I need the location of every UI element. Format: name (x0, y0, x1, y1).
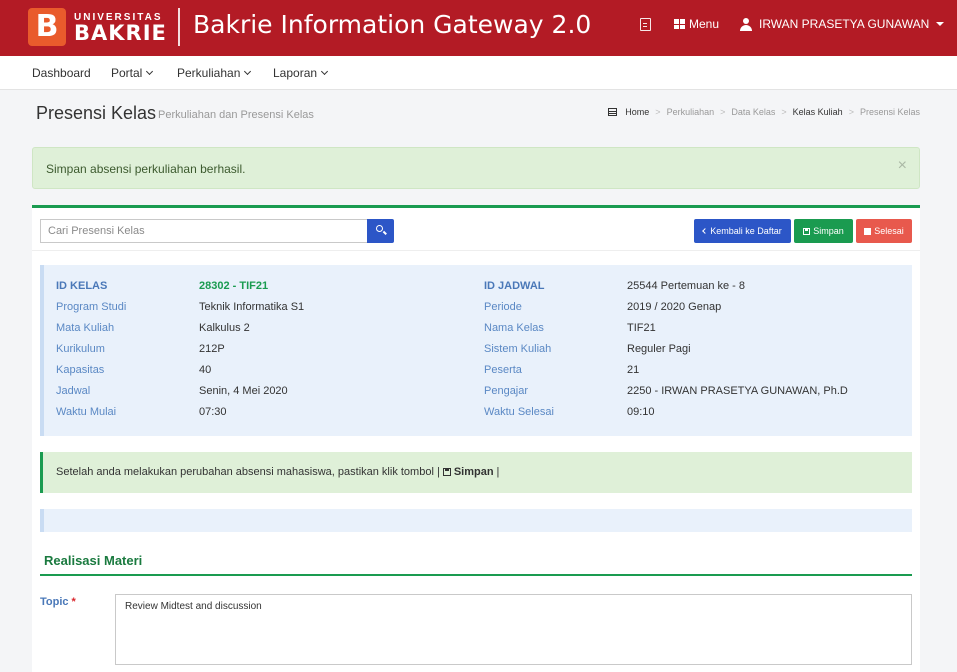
breadcrumb-separator: > (655, 107, 661, 117)
value-waktu-mulai: 07:30 (199, 406, 227, 418)
toolbar-divider (32, 250, 920, 251)
success-alert: Simpan absensi perkuliahan berhasil. × (32, 147, 920, 189)
label-sistem-kuliah: Sistem Kuliah (484, 343, 552, 355)
breadcrumb-data-kelas[interactable]: Data Kelas (731, 107, 775, 117)
nav-laporan[interactable]: Laporan (273, 66, 329, 80)
value-periode: 2019 / 2020 Genap (627, 301, 722, 313)
title-separator (178, 8, 180, 46)
label-pengajar: Pengajar (484, 385, 529, 397)
close-icon[interactable]: × (898, 157, 907, 175)
chevron-down-icon (321, 67, 329, 76)
menu-label: Menu (689, 17, 720, 31)
breadcrumb-separator: > (848, 107, 854, 117)
required-mark: * (71, 596, 76, 608)
page-subtitle: Perkuliahan dan Presensi Kelas (158, 109, 314, 121)
breadcrumb: Home > Perkuliahan > Data Kelas > Kelas … (608, 107, 920, 117)
class-info-panel: ID KELAS 28302 - TIF21 Program Studi Tek… (40, 265, 912, 436)
label-kurikulum: Kurikulum (56, 343, 105, 355)
topic-textarea[interactable]: Review Midtest and discussion (115, 594, 912, 665)
notice-text: Setelah anda melakukan perubahan absensi… (56, 466, 500, 478)
label-waktu-mulai: Waktu Mulai (56, 406, 117, 418)
nav-portal[interactable]: Portal (111, 66, 154, 80)
value-kapasitas: 40 (199, 364, 212, 376)
section-divider (40, 574, 912, 576)
breadcrumb-kelas-kuliah[interactable]: Kelas Kuliah (793, 107, 843, 117)
label-id-kelas: ID KELAS (56, 280, 108, 292)
main-nav: Dashboard Portal Perkuliahan Laporan (0, 56, 957, 90)
user-name: IRWAN PRASETYA GUNAWAN (759, 17, 930, 31)
topic-label: Topic * (40, 596, 76, 608)
search-input[interactable] (40, 219, 368, 243)
value-program-studi: Teknik Informatika S1 (199, 301, 305, 313)
floppy-icon (803, 227, 811, 235)
search-button[interactable] (367, 219, 394, 243)
finish-button[interactable]: Selesai (856, 219, 912, 243)
breadcrumb-separator: > (720, 107, 726, 117)
save-reminder-notice: Setelah anda melakukan perubahan absensi… (40, 452, 912, 493)
user-icon (740, 17, 752, 31)
app-title: Bakrie Information Gateway 2.0 (193, 10, 592, 39)
menu-button[interactable]: Menu (674, 17, 719, 31)
grid-icon (674, 19, 685, 29)
value-id-jadwal: 25544 Pertemuan ke - 8 (627, 280, 746, 292)
nav-perkuliahan[interactable]: Perkuliahan (177, 66, 252, 80)
value-mata-kuliah: Kalkulus 2 (199, 322, 250, 334)
value-jadwal: Senin, 4 Mei 2020 (199, 385, 288, 397)
nav-dashboard[interactable]: Dashboard (32, 66, 91, 80)
logo-bakrie-text: BAKRIE (74, 21, 167, 45)
label-periode: Periode (484, 301, 522, 313)
alert-message: Simpan absensi perkuliahan berhasil. (46, 162, 246, 176)
caret-down-icon (936, 22, 945, 26)
section-title-realisasi-materi: Realisasi Materi (44, 553, 143, 568)
floppy-icon (442, 468, 451, 476)
back-to-list-button[interactable]: Kembali ke Daftar (694, 219, 791, 243)
value-nama-kelas: TIF21 (627, 322, 656, 334)
presensi-box: Kembali ke Daftar Simpan Selesai ID KELA… (32, 205, 920, 672)
value-pengajar: 2250 - IRWAN PRASETYA GUNAWAN, Ph.D (627, 385, 848, 397)
label-waktu-selesai: Waktu Selesai (484, 406, 554, 418)
stop-icon (864, 227, 872, 235)
label-nama-kelas: Nama Kelas (484, 322, 544, 334)
label-program-studi: Program Studi (56, 301, 127, 313)
chevron-down-icon (244, 67, 252, 76)
value-waktu-selesai: 09:10 (627, 406, 655, 418)
search-icon (376, 225, 383, 232)
document-icon[interactable] (640, 18, 651, 31)
breadcrumb-separator: > (781, 107, 787, 117)
notice-save-ref: Simpan (453, 466, 494, 478)
value-id-kelas: 28302 - TIF21 (199, 280, 269, 292)
label-kapasitas: Kapasitas (56, 364, 105, 376)
chevron-left-icon (702, 228, 709, 234)
save-button[interactable]: Simpan (794, 219, 853, 243)
label-jadwal: Jadwal (56, 385, 91, 397)
user-menu[interactable]: IRWAN PRASETYA GUNAWAN (740, 17, 945, 31)
breadcrumb-home[interactable]: Home (625, 107, 649, 117)
university-logo[interactable]: B (28, 8, 66, 46)
chevron-down-icon (146, 67, 154, 76)
empty-info-bar (40, 509, 912, 532)
breadcrumb-perkuliahan[interactable]: Perkuliahan (667, 107, 715, 117)
breadcrumb-presensi-kelas: Presensi Kelas (859, 107, 920, 117)
value-peserta: 21 (627, 364, 640, 376)
value-sistem-kuliah: Reguler Pagi (627, 343, 691, 355)
table-icon (608, 108, 618, 116)
page-title: Presensi Kelas (36, 103, 157, 123)
label-peserta: Peserta (484, 364, 522, 376)
label-mata-kuliah: Mata Kuliah (56, 322, 115, 334)
value-kurikulum: 212P (199, 343, 225, 355)
top-header: B UNIVERSITAS BAKRIE Bakrie Information … (0, 0, 957, 56)
label-id-jadwal: ID JADWAL (484, 280, 545, 292)
